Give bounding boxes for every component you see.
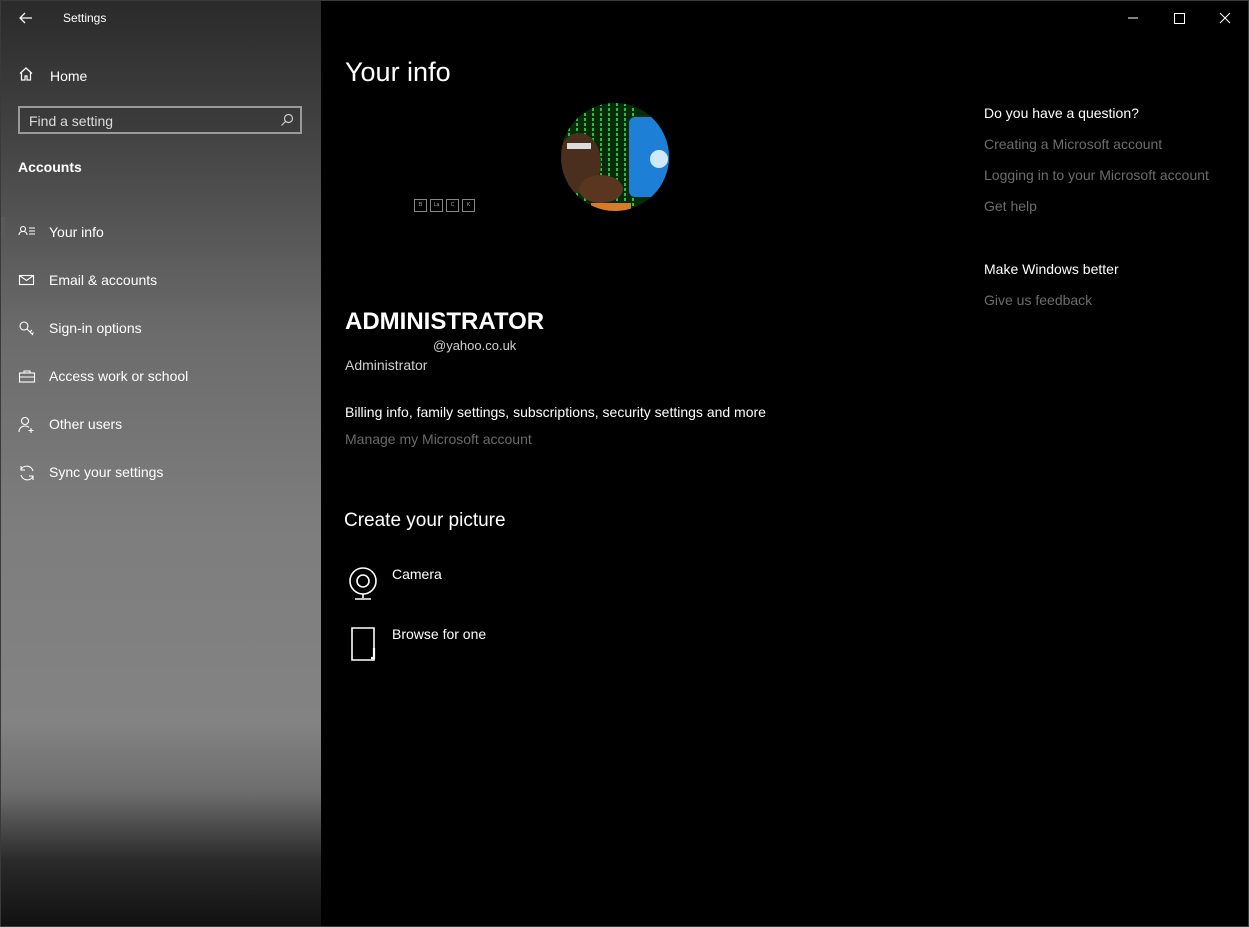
title-bar: Settings [1, 1, 321, 35]
home-nav-item[interactable]: Home [17, 65, 307, 87]
minimize-icon[interactable] [1110, 5, 1156, 31]
mail-icon [18, 272, 36, 290]
person-list-icon [18, 224, 36, 242]
search-icon[interactable] [280, 113, 294, 127]
sidebar-item-label: Sign-in options [49, 320, 142, 336]
sidebar-item-email-accounts[interactable]: Email & accounts [1, 257, 321, 305]
camera-label: Camera [392, 566, 442, 582]
section-title: Accounts [18, 159, 82, 175]
search-box[interactable] [18, 106, 302, 134]
help-link-get-help[interactable]: Get help [984, 198, 1244, 214]
help-title: Do you have a question? [984, 105, 1139, 121]
badge: C [446, 199, 459, 212]
maximize-icon[interactable] [1156, 5, 1202, 31]
sidebar-item-your-info[interactable]: Your info [1, 209, 321, 257]
browse-label: Browse for one [392, 626, 487, 642]
briefcase-icon [18, 368, 36, 386]
badge: La [430, 199, 443, 212]
sidebar-nav: Your info Email & accounts Sign-in optio… [1, 209, 321, 497]
sync-icon [18, 464, 36, 482]
badge: K [462, 199, 475, 212]
sidebar-item-label: Email & accounts [49, 272, 158, 288]
sidebar-item-access-work-school[interactable]: Access work or school [1, 353, 321, 401]
back-icon[interactable] [15, 8, 37, 28]
user-email: @yahoo.co.uk [433, 338, 517, 353]
app-title: Settings [63, 11, 107, 25]
avatar [561, 103, 669, 211]
help-link-create-account[interactable]: Creating a Microsoft account [984, 136, 1244, 152]
sidebar: Settings Home Accounts Your info [1, 1, 321, 926]
user-name: ADMINISTRATOR [345, 308, 545, 335]
browse-file-icon [347, 626, 381, 662]
sidebar-item-other-users[interactable]: Other users [1, 401, 321, 449]
sidebar-item-sign-in-options[interactable]: Sign-in options [1, 305, 321, 353]
home-icon [17, 65, 35, 88]
close-icon[interactable] [1202, 5, 1248, 31]
create-picture-heading: Create your picture [344, 510, 506, 531]
settings-window: Settings Home Accounts Your info [0, 0, 1249, 927]
sidebar-item-label: Sync your settings [49, 464, 164, 480]
person-add-icon [18, 416, 36, 434]
sidebar-item-label: Your info [49, 224, 104, 240]
feedback-link[interactable]: Give us feedback [984, 292, 1244, 308]
sidebar-item-sync-settings[interactable]: Sync your settings [1, 449, 321, 497]
page-title: Your info [345, 57, 451, 87]
badge: B [414, 199, 427, 212]
feedback-section: Make Windows better Give us feedback [984, 261, 1244, 308]
badge-row: B La C K [414, 199, 475, 212]
camera-option[interactable]: Camera [347, 566, 647, 606]
main-pane: Your info B La C K ADMINISTRATOR @yahoo.… [321, 1, 1248, 926]
help-section: Do you have a question? Creating a Micro… [984, 105, 1244, 214]
key-icon [18, 320, 36, 338]
browse-option[interactable]: Browse for one [347, 626, 647, 666]
sidebar-item-label: Access work or school [49, 368, 189, 384]
camera-icon [347, 566, 381, 602]
billing-description: Billing info, family settings, subscript… [345, 404, 766, 420]
manage-account-link[interactable]: Manage my Microsoft account [345, 431, 532, 447]
help-link-logging-in[interactable]: Logging in to your Microsoft account [984, 167, 1244, 183]
user-role: Administrator [345, 357, 428, 373]
feedback-title: Make Windows better [984, 261, 1119, 277]
sidebar-item-label: Other users [49, 416, 123, 432]
search-input[interactable] [29, 112, 269, 130]
home-label: Home [50, 68, 88, 84]
